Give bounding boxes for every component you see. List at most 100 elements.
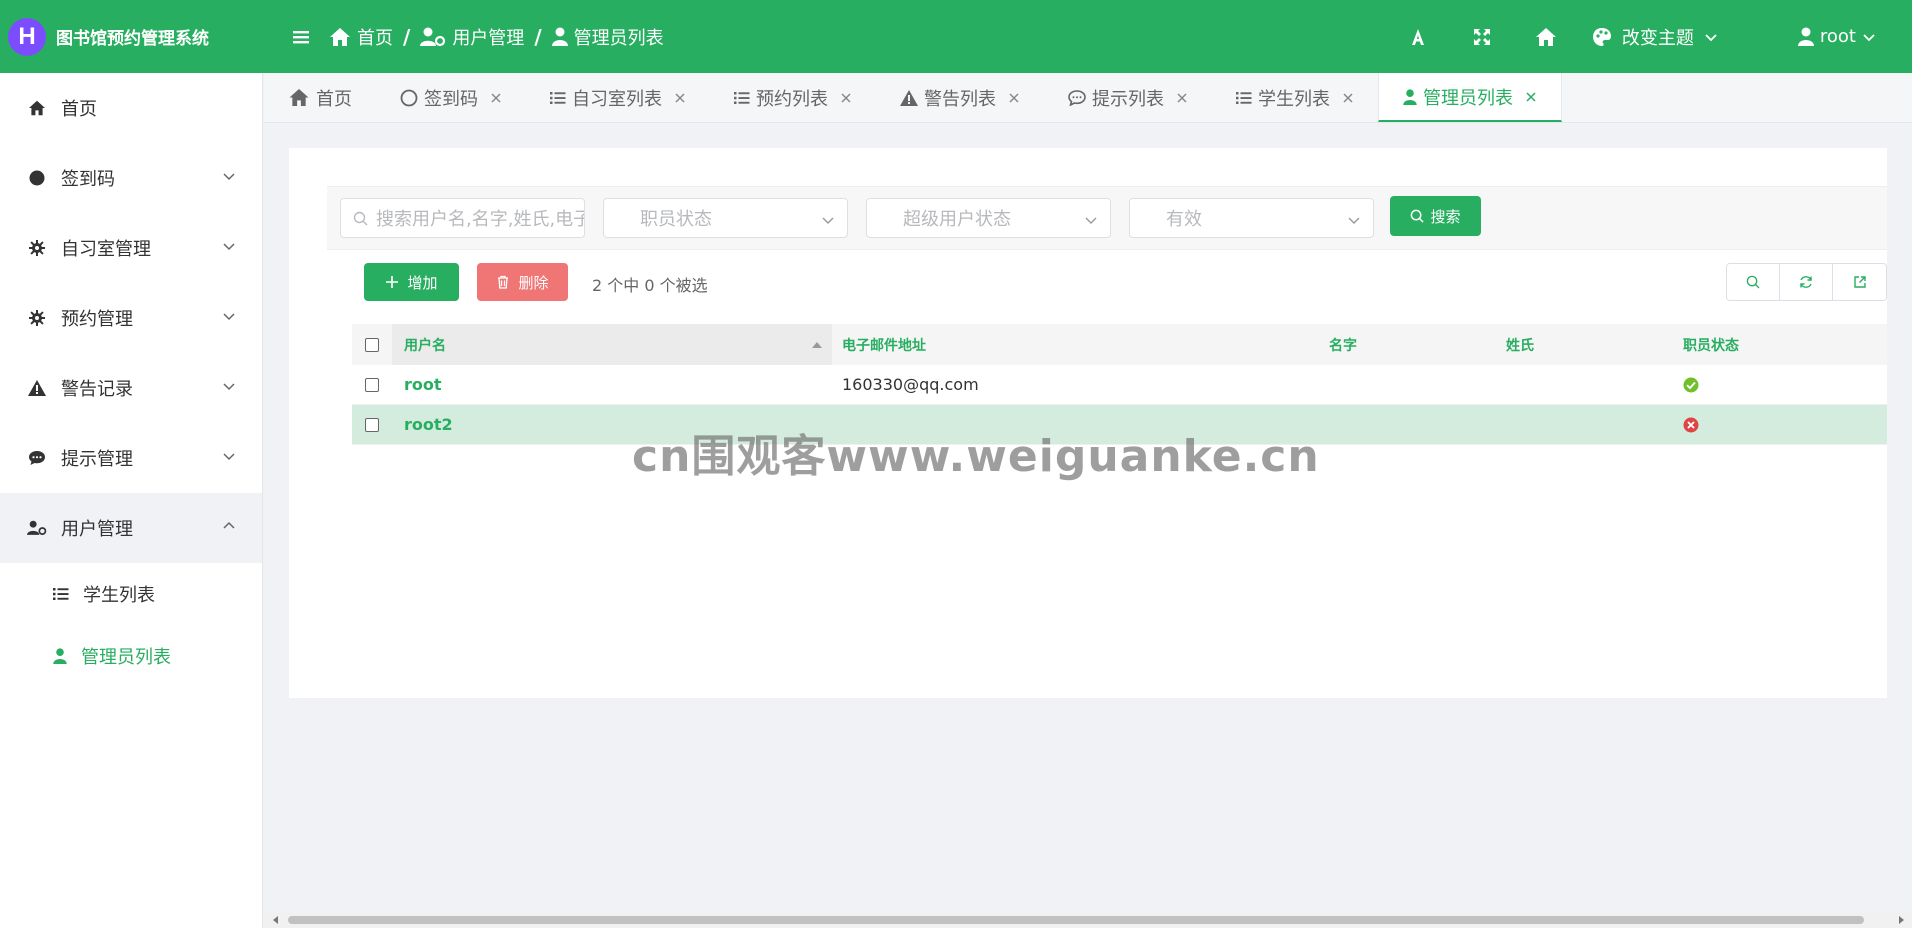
sidebar-item-user-management[interactable]: 用户管理	[0, 493, 262, 563]
select-all-checkbox[interactable]	[365, 337, 379, 352]
column-header-last-name[interactable]: 姓氏	[1496, 324, 1673, 365]
active-select[interactable]: 有效	[1129, 198, 1374, 238]
sidebar-subitem-students[interactable]: 学生列表	[0, 563, 262, 625]
horizontal-scrollbar[interactable]	[264, 912, 1912, 928]
tab-label: 预约列表	[756, 88, 828, 110]
comment-icon	[27, 448, 47, 468]
circle-outline-icon	[400, 89, 418, 107]
sidebar-item-study-room[interactable]: 自习室管理	[0, 213, 262, 283]
sidebar-item-label: 首页	[61, 99, 97, 120]
scroll-left-arrow-icon[interactable]	[273, 916, 278, 924]
select-all-cell	[352, 324, 392, 365]
tab-tips[interactable]: 提示列表	[1044, 73, 1212, 122]
staff-status-cell	[1673, 365, 1887, 404]
chevron-down-icon	[821, 213, 835, 227]
close-icon[interactable]	[1176, 92, 1188, 104]
last-name-cell	[1496, 405, 1673, 444]
superuser-status-select[interactable]: 超级用户状态	[866, 198, 1111, 238]
close-icon[interactable]	[490, 92, 502, 104]
tab-label: 提示列表	[1092, 88, 1164, 110]
scroll-right-arrow-icon[interactable]	[1899, 916, 1904, 924]
export-icon[interactable]	[1833, 264, 1886, 300]
staff-status-cell	[1673, 405, 1887, 444]
user-menu[interactable]: root	[1797, 26, 1876, 47]
fullscreen-icon[interactable]	[1450, 0, 1514, 73]
username-link[interactable]: root	[404, 375, 442, 394]
home-icon[interactable]	[1514, 0, 1578, 73]
sidebar-item-tips[interactable]: 提示管理	[0, 423, 262, 493]
user-cog-icon	[420, 27, 446, 47]
row-select-cell	[352, 365, 392, 404]
check-circle-icon	[1683, 377, 1699, 393]
sidebar-item-home[interactable]: 首页	[0, 73, 262, 143]
sidebar-item-label: 预约管理	[61, 309, 133, 330]
table-row: root 160330@qq.com	[352, 365, 1887, 405]
home-icon	[27, 98, 47, 118]
column-header-email[interactable]: 电子邮件地址	[832, 324, 1319, 365]
staff-status-select[interactable]: 职员状态	[603, 198, 848, 238]
x-circle-icon	[1683, 417, 1699, 433]
refresh-icon[interactable]	[1780, 264, 1833, 300]
font-size-icon[interactable]	[1386, 0, 1450, 73]
breadcrumb-admins[interactable]: 管理员列表	[551, 24, 664, 50]
close-icon[interactable]	[1008, 92, 1020, 104]
chevron-down-icon	[222, 309, 236, 323]
close-icon[interactable]	[1525, 91, 1537, 103]
theme-switcher[interactable]: 改变主题	[1592, 24, 1718, 50]
tab-warnings[interactable]: 警告列表	[876, 73, 1044, 122]
brand[interactable]: H 图书馆预约管理系统	[0, 0, 263, 73]
tab-admins[interactable]: 管理员列表	[1378, 73, 1562, 122]
user-label: root	[1819, 26, 1856, 47]
sidebar-subitem-admins[interactable]: 管理员列表	[0, 625, 262, 687]
username-link[interactable]: root2	[404, 415, 453, 434]
scrollbar-thumb[interactable]	[288, 916, 1864, 924]
add-button[interactable]: 增加	[364, 263, 459, 301]
warning-icon	[900, 89, 918, 106]
sidebar-item-label: 警告记录	[61, 379, 133, 400]
last-name-cell	[1496, 365, 1673, 404]
close-icon[interactable]	[1342, 92, 1354, 104]
row-checkbox[interactable]	[365, 377, 379, 392]
gear-icon	[27, 238, 47, 258]
select-value: 超级用户状态	[903, 209, 1011, 230]
select-value: 有效	[1166, 209, 1202, 230]
close-icon[interactable]	[840, 92, 852, 104]
app-logo: H	[8, 17, 46, 56]
app-title: 图书馆预约管理系统	[56, 29, 209, 49]
column-label: 名字	[1329, 337, 1357, 354]
chevron-down-icon	[1704, 30, 1718, 44]
search-input[interactable]: 搜索用户名,名字,姓氏,电子邮件地址	[340, 198, 585, 238]
user-icon	[53, 648, 67, 664]
list-icon	[550, 91, 566, 105]
tab-students[interactable]: 学生列表	[1212, 73, 1378, 122]
chevron-down-icon	[1347, 213, 1361, 227]
tab-checkin-code[interactable]: 签到码	[376, 73, 526, 122]
search-placeholder: 搜索用户名,名字,姓氏,电子邮件地址	[376, 209, 584, 230]
hamburger-menu-icon[interactable]	[289, 25, 313, 49]
delete-button-label: 删除	[518, 273, 549, 292]
tab-study-rooms[interactable]: 自习室列表	[526, 73, 710, 122]
breadcrumb-home[interactable]: 首页	[329, 24, 393, 50]
search-toggle-icon[interactable]	[1727, 264, 1780, 300]
column-header-username[interactable]: 用户名	[392, 324, 832, 365]
tab-label: 签到码	[424, 88, 478, 110]
username-cell: root	[392, 365, 832, 404]
column-label: 用户名	[404, 337, 446, 354]
search-button[interactable]: 搜索	[1390, 196, 1481, 236]
column-header-first-name[interactable]: 名字	[1319, 324, 1496, 365]
sidebar-item-warnings[interactable]: 警告记录	[0, 353, 262, 423]
tab-reservations[interactable]: 预约列表	[710, 73, 876, 122]
trash-icon	[496, 275, 510, 289]
delete-button[interactable]: 删除	[477, 263, 568, 301]
breadcrumb-users[interactable]: 用户管理	[420, 24, 524, 50]
sidebar-item-checkin-code[interactable]: 签到码	[0, 143, 262, 213]
first-name-cell	[1319, 365, 1496, 404]
sidebar-item-reservation[interactable]: 预约管理	[0, 283, 262, 353]
column-header-staff-status[interactable]: 职员状态	[1673, 324, 1887, 365]
search-icon	[353, 211, 368, 226]
email-cell: 160330@qq.com	[842, 375, 979, 394]
tab-home[interactable]: 首页	[264, 73, 376, 122]
close-icon[interactable]	[674, 92, 686, 104]
row-checkbox[interactable]	[365, 417, 379, 432]
sort-ascending-icon[interactable]	[812, 342, 822, 348]
